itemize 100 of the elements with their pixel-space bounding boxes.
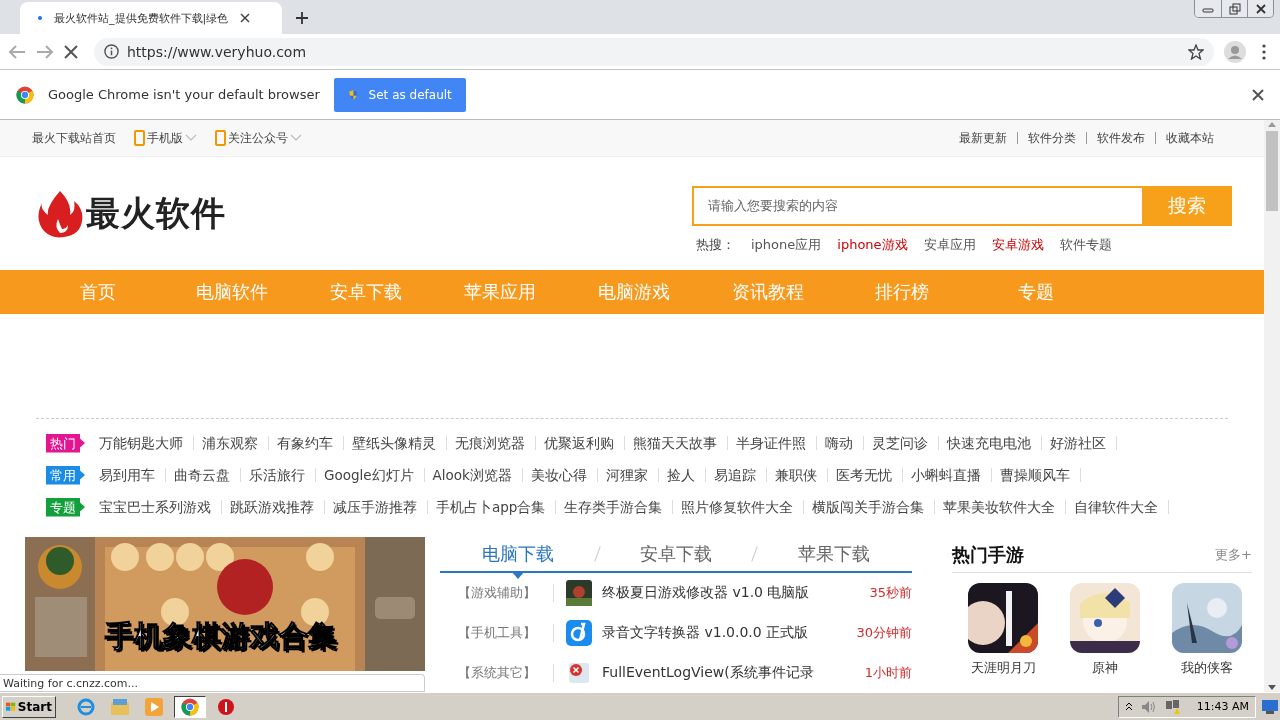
tag-link[interactable]: 跳跃游戏推荐	[222, 500, 325, 514]
minimize-button[interactable]	[1195, 0, 1221, 17]
top-link[interactable]: 手机版	[134, 129, 197, 147]
tag-link[interactable]: 壁纸头像精灵	[344, 436, 447, 450]
scrollbar[interactable]	[1264, 120, 1280, 692]
hot-search-link[interactable]: iphone游戏	[837, 235, 908, 254]
tag-link[interactable]: 优聚返利购	[536, 436, 625, 450]
tag-link[interactable]: Alook浏览器	[424, 468, 523, 482]
scroll-thumb[interactable]	[1266, 131, 1278, 211]
address-bar[interactable]: https://www.veryhuo.com	[94, 37, 1214, 66]
tag-label: 常用	[46, 465, 85, 485]
chrome-logo-icon	[16, 85, 34, 104]
restore-icon	[1228, 2, 1241, 15]
top-link[interactable]: 最火下载站首页	[32, 129, 116, 147]
download-tab[interactable]: 苹果下载	[755, 542, 912, 566]
download-tab[interactable]: 电脑下载	[440, 542, 597, 566]
close-window-button[interactable]	[1247, 0, 1273, 17]
hot-search-label: 热搜：	[696, 235, 735, 254]
tag-link[interactable]: 横版闯关手游合集	[804, 500, 936, 514]
tag-link[interactable]: 浦东观察	[194, 436, 269, 450]
update-time: 1小时前	[863, 664, 912, 682]
network-icon[interactable]	[1164, 698, 1181, 715]
tag-link[interactable]: 无痕浏览器	[447, 436, 536, 450]
star-icon[interactable]	[1188, 43, 1204, 60]
tag-link[interactable]: 万能钥匙大师	[91, 436, 194, 450]
chrome-icon[interactable]	[174, 695, 206, 718]
tag-link[interactable]: 照片修复软件大全	[673, 500, 805, 514]
top-link[interactable]: 软件发布	[1087, 132, 1156, 144]
update-time: 35秒前	[868, 584, 912, 602]
close-icon	[240, 13, 251, 23]
app-icon	[566, 660, 592, 686]
tag-link[interactable]: 生存类手游合集	[556, 500, 674, 514]
start-button[interactable]: Start	[2, 695, 56, 718]
hot-search-link[interactable]: 安卓应用	[923, 235, 976, 254]
scroll-down-icon[interactable]	[1268, 685, 1276, 690]
banner-caption: 手机象棋游戏合集	[105, 618, 337, 655]
tab-title: 最火软件站_提供免费软件下载|绿色	[54, 10, 229, 26]
category-label: 【手机工具】	[458, 624, 554, 642]
category-label: 【系统其它】	[458, 664, 554, 682]
more-link[interactable]: 更多+	[1215, 545, 1252, 564]
tag-link[interactable]: 半身证件照	[728, 436, 817, 450]
loading-icon	[38, 16, 42, 20]
tag-link[interactable]: 捡人	[658, 468, 706, 482]
profile-avatar[interactable]	[1224, 40, 1246, 63]
search-field[interactable]: 请输入您要搜索的内容	[692, 185, 1142, 226]
browser-tab[interactable]: 最火软件站_提供免费软件下载|绿色	[20, 2, 282, 34]
top-link[interactable]: 收藏本站	[1156, 132, 1224, 144]
top-link[interactable]: 软件分类	[1018, 132, 1087, 144]
tag-link[interactable]: 宝宝巴士系列游戏	[91, 500, 222, 514]
tag-link[interactable]: 好游社区	[1042, 436, 1117, 450]
tag-link[interactable]: 灵芝问诊	[864, 436, 939, 450]
tag-link[interactable]: 减压手游推荐	[325, 500, 428, 514]
info-icon	[104, 44, 119, 59]
tray-expand-icon[interactable]	[1124, 701, 1133, 712]
close-infobar-button[interactable]	[1252, 88, 1264, 101]
tag-link[interactable]: 苹果美妆软件大全	[935, 500, 1067, 514]
tag-link[interactable]: 医考无忧	[827, 468, 903, 482]
tag-link[interactable]: 乐活旅行	[241, 468, 316, 482]
chevron-down-icon	[290, 134, 302, 142]
category-label: 【游戏辅助】	[458, 584, 554, 602]
tag-link[interactable]: 有象约车	[269, 436, 344, 450]
tag-link[interactable]: 兼职侠	[766, 468, 828, 482]
tag-link[interactable]: 自律软件大全	[1066, 500, 1170, 514]
tag-label: 热门	[46, 433, 85, 453]
download-link[interactable]: 终极夏日游戏修改器 v1.0 电脑版	[602, 584, 852, 602]
tag-link[interactable]: 曹操顺风车	[991, 468, 1081, 482]
tag-link[interactable]: 嗨动	[817, 436, 864, 450]
tag-link[interactable]: 手机占卜app合集	[428, 500, 557, 514]
game-name[interactable]: 天涯明月刀	[970, 659, 1036, 677]
desktop-icon[interactable]	[1262, 699, 1278, 714]
set-default-button[interactable]: Set as default	[333, 77, 466, 112]
download-link[interactable]: 录音文字转换器 v1.0.0.0 正式版	[602, 624, 852, 642]
restore-button[interactable]	[1221, 0, 1247, 17]
tag-link[interactable]: 快速充电电池	[939, 436, 1042, 450]
download-link[interactable]: FullEventLogView(系统事件记录	[602, 664, 852, 682]
top-link[interactable]: 关注公众号	[215, 129, 302, 147]
tag-link[interactable]: 熊猫天天故事	[625, 436, 728, 450]
tag-link[interactable]: 小蝌蚪直播	[902, 468, 992, 482]
tag-link[interactable]: 美妆心得	[522, 468, 598, 482]
menu-icon	[1262, 43, 1266, 60]
chevron-down-icon	[185, 134, 197, 142]
banner[interactable]: 手机象棋游戏合集	[25, 537, 425, 671]
stop-button[interactable]	[64, 44, 78, 59]
tag-link[interactable]: 曲奇云盘	[166, 468, 241, 482]
hot-search-link[interactable]: iphone应用	[751, 235, 822, 254]
tag-link[interactable]: 易到用车	[91, 468, 166, 482]
tag-link[interactable]: 河狸家	[597, 468, 659, 482]
game-name[interactable]: 原神	[1092, 659, 1118, 677]
close-tab-button[interactable]	[240, 13, 251, 23]
plus-icon	[295, 11, 309, 25]
tag-link[interactable]: Google幻灯片	[316, 468, 425, 482]
infobar-message: Google Chrome isn't your default browser	[48, 87, 320, 102]
tag-link[interactable]: 易追踪	[705, 468, 767, 482]
hot-search-link[interactable]: 软件专题	[1059, 235, 1112, 254]
logo-text: 最火软件	[86, 191, 226, 235]
phone-icon	[215, 130, 226, 146]
top-link[interactable]: 最新更新	[949, 132, 1018, 144]
download-tab[interactable]: 安卓下载	[597, 542, 755, 566]
hot-search-link[interactable]: 安卓游戏	[991, 235, 1044, 254]
game-name[interactable]: 我的侠客	[1181, 659, 1233, 677]
